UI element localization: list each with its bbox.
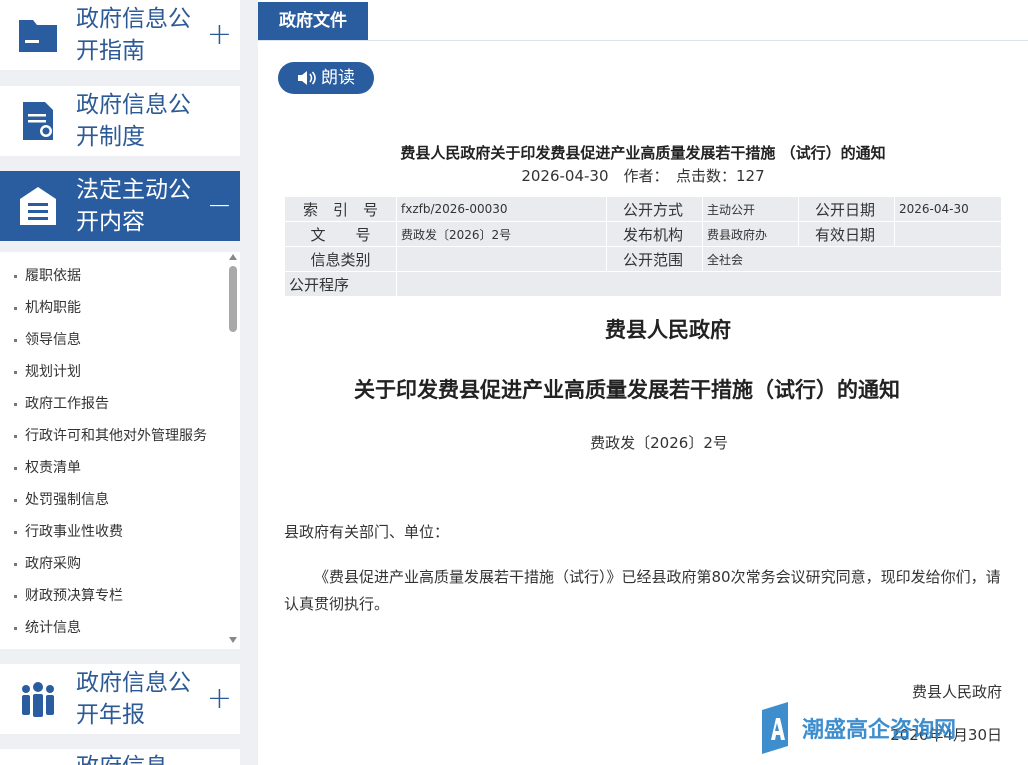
list-item[interactable]: 政府采购 — [0, 547, 240, 579]
list-item[interactable]: 财政预决算专栏 — [0, 579, 240, 611]
index-label: 索 引 号 — [284, 196, 397, 222]
watermark-text: 潮盛高企咨询网 — [802, 717, 957, 743]
sidebar-card-more[interactable]: 政府信息 — [0, 749, 240, 765]
list-item[interactable]: 政府工作报告 — [0, 387, 240, 419]
category-label: 信息类别 — [284, 246, 397, 272]
org-value: 费县政府办 — [702, 221, 799, 247]
scrollbar-thumb[interactable] — [229, 266, 237, 332]
page: 政府信息公开指南 + 政府信息公开制度 法定主动公开内容 − 履职依据 机构职能… — [0, 0, 1028, 765]
body-paragraph: 《费县促进产业高质量发展若干措施（试行）》已经县政府第80次常务会议研究同意，现… — [284, 568, 1001, 613]
sidebar-card-system[interactable]: 政府信息公开制度 — [0, 86, 240, 156]
salutation: 县政府有关部门、单位： — [284, 523, 450, 541]
scrollbar[interactable] — [228, 252, 238, 649]
procedure-label: 公开程序 — [284, 271, 397, 297]
list-item[interactable]: 履职依据 — [0, 259, 240, 291]
sidebar-card-active-content[interactable]: 法定主动公开内容 − — [0, 171, 240, 241]
notice-heading: 关于印发费县促进产业高质量发展若干措施（试行）的通知 — [354, 378, 900, 402]
sidebar-card-title: 政府信息公开制度 — [76, 92, 191, 150]
docnum-value: 费政发〔2026〕2号 — [396, 221, 607, 247]
document-meta: 2026-04-30 作者： 点击数：127 — [521, 167, 765, 185]
sidebar-card-title: 政府信息公开指南 — [76, 6, 191, 64]
collapse-icon[interactable]: − — [207, 191, 232, 221]
category-value — [396, 246, 607, 272]
scroll-down-icon[interactable] — [229, 637, 237, 643]
sidebar-card-annual-report[interactable]: 政府信息公开年报 + — [0, 664, 240, 734]
list-item[interactable]: 规划计划 — [0, 355, 240, 387]
tab-bar: 政府文件 — [258, 0, 1028, 41]
index-value: fxzfb/2026-00030 — [396, 196, 607, 222]
scope-label: 公开范围 — [606, 246, 703, 272]
list-item[interactable]: 机构职能 — [0, 291, 240, 323]
method-value: 主动公开 — [702, 196, 799, 222]
sidebar: 政府信息公开指南 + 政府信息公开制度 法定主动公开内容 − 履职依据 机构职能… — [0, 0, 240, 765]
procedure-value — [396, 271, 1002, 297]
list-item[interactable]: 行政事业性收费 — [0, 515, 240, 547]
org-label: 发布机构 — [606, 221, 703, 247]
watermark-logo-icon — [762, 702, 788, 754]
valid-value — [894, 221, 1002, 247]
expand-icon[interactable]: + — [207, 684, 232, 714]
speaker-icon — [298, 71, 316, 85]
list-item[interactable]: 权责清单 — [0, 451, 240, 483]
document-seal-icon — [0, 86, 76, 156]
document-info-table: 索 引 号 fxzfb/2026-00030 公开方式 主动公开 公开日期 20… — [284, 196, 1002, 297]
folder-icon — [0, 0, 76, 70]
signature: 费县人民政府 — [911, 683, 1002, 701]
expand-icon[interactable]: + — [207, 20, 232, 50]
people-icon — [0, 664, 76, 734]
read-aloud-label: 朗读 — [321, 68, 355, 88]
list-item[interactable]: 行政许可和其他对外管理服务 — [0, 419, 240, 451]
sidebar-sublist: 履职依据 机构职能 领导信息 规划计划 政府工作报告 行政许可和其他对外管理服务… — [0, 252, 240, 649]
main-content: 政府文件 朗读 费县人民政府关于印发费县促进产业高质量发展若干措施 （试行）的通… — [258, 0, 1028, 765]
valid-label: 有效日期 — [798, 221, 895, 247]
date-label: 公开日期 — [798, 196, 895, 222]
sidebar-card-guide[interactable]: 政府信息公开指南 + — [0, 0, 240, 70]
watermark: 潮盛高企咨询网 — [760, 700, 956, 756]
issuing-agency: 费县人民政府 — [605, 318, 731, 342]
list-item[interactable]: 领导信息 — [0, 323, 240, 355]
tab-gov-docs[interactable]: 政府文件 — [258, 2, 368, 40]
date-value: 2026-04-30 — [894, 196, 1002, 222]
document-title: 费县人民政府关于印发费县促进产业高质量发展若干措施 （试行）的通知 — [400, 144, 886, 162]
list-item[interactable]: 统计信息 — [0, 611, 240, 643]
document-number: 费政发〔2026〕2号 — [590, 434, 728, 452]
scroll-up-icon[interactable] — [229, 254, 237, 260]
docnum-label: 文 号 — [284, 221, 397, 247]
list-item[interactable]: 处罚强制信息 — [0, 483, 240, 515]
clipboard-list-icon — [0, 171, 76, 241]
method-label: 公开方式 — [606, 196, 703, 222]
read-aloud-button[interactable]: 朗读 — [278, 62, 374, 94]
sidebar-card-title: 法定主动公开内容 — [76, 177, 191, 235]
sidebar-card-title: 政府信息公开年报 — [76, 670, 191, 728]
scope-value: 全社会 — [702, 246, 1002, 272]
sidebar-card-title: 政府信息 — [76, 751, 194, 765]
